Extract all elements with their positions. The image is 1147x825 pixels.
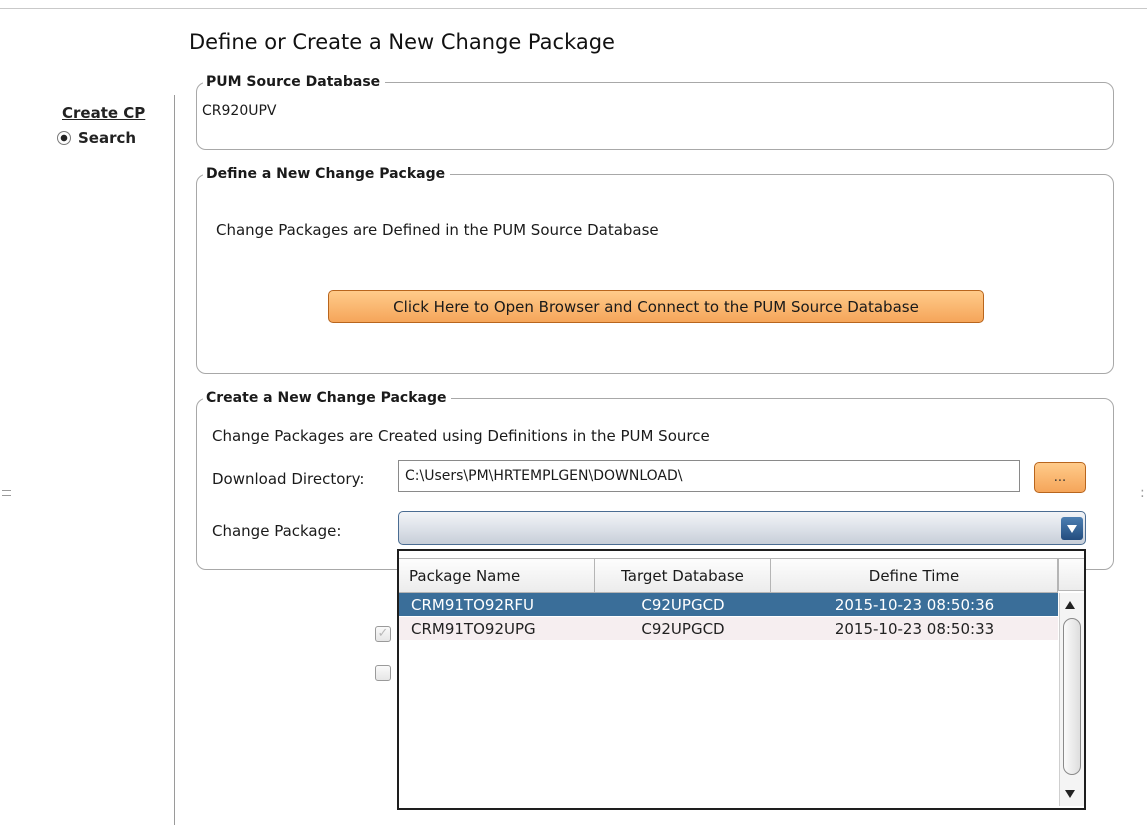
left-resize-handle[interactable] — [2, 490, 11, 496]
change-package-dropdown-list[interactable]: Package Name Target Database Define Time… — [397, 549, 1086, 810]
define-package-legend: Define a New Change Package — [203, 165, 451, 183]
package-row[interactable]: CRM91TO92UPG C92UPGCD 2015-10-23 08:50:3… — [399, 617, 1058, 640]
page-title: Define or Create a New Change Package — [189, 30, 615, 54]
browse-button[interactable]: ... — [1034, 462, 1086, 493]
download-directory-input[interactable]: C:\Users\PM\HRTEMPLGEN\DOWNLOAD\ — [398, 460, 1020, 492]
package-name-cell: CRM91TO92RFU — [411, 595, 535, 614]
package-row[interactable]: CRM91TO92RFU C92UPGCD 2015-10-23 08:50:3… — [399, 593, 1058, 616]
define-time-cell: 2015-10-23 08:50:33 — [834, 619, 995, 638]
column-header-package-name[interactable]: Package Name — [399, 559, 595, 592]
open-browser-button[interactable]: Click Here to Open Browser and Connect t… — [328, 290, 984, 323]
create-package-legend: Create a New Change Package — [203, 389, 452, 407]
option-checkbox-1[interactable]: ✓ — [375, 626, 391, 642]
sidebar-separator — [174, 95, 175, 825]
define-package-text: Change Packages are Defined in the PUM S… — [216, 221, 659, 239]
change-package-label: Change Package: — [212, 522, 342, 540]
pum-source-legend: PUM Source Database — [203, 73, 386, 91]
change-package-select[interactable] — [398, 511, 1086, 545]
checkmark-icon: ✓ — [377, 626, 389, 641]
target-database-cell: C92UPGCD — [641, 595, 725, 614]
column-header-define-time[interactable]: Define Time — [771, 559, 1058, 592]
scroll-down-icon[interactable] — [1065, 790, 1075, 798]
pum-source-value: CR920UPV — [202, 103, 277, 119]
create-cp-link[interactable]: Create CP — [62, 104, 145, 122]
define-package-group: Define a New Change Package Change Packa… — [196, 165, 1114, 374]
column-header-target-database[interactable]: Target Database — [595, 559, 771, 592]
define-time-cell: 2015-10-23 08:50:36 — [834, 595, 995, 614]
chevron-down-icon[interactable] — [1061, 517, 1083, 540]
dropdown-header: Package Name Target Database Define Time — [399, 558, 1058, 593]
right-edge-marker: : — [1140, 485, 1145, 501]
search-radio-label: Search — [78, 129, 137, 147]
option-checkbox-2[interactable] — [375, 665, 391, 681]
package-name-cell: CRM91TO92UPG — [411, 619, 536, 638]
download-directory-label: Download Directory: — [212, 470, 365, 488]
header-corner — [1058, 558, 1084, 591]
pum-source-group: PUM Source Database CR920UPV — [196, 73, 1114, 150]
top-divider — [0, 8, 1147, 9]
search-radio-option[interactable]: Search — [57, 129, 136, 147]
create-package-text: Change Packages are Created using Defini… — [212, 427, 710, 445]
scrollbar-thumb[interactable] — [1063, 618, 1081, 775]
radio-selected-icon[interactable] — [57, 131, 71, 145]
target-database-cell: C92UPGCD — [641, 619, 725, 638]
dropdown-scrollbar[interactable] — [1059, 593, 1084, 806]
create-package-group: Create a New Change Package Change Packa… — [196, 389, 1114, 570]
scroll-up-icon[interactable] — [1065, 601, 1075, 609]
